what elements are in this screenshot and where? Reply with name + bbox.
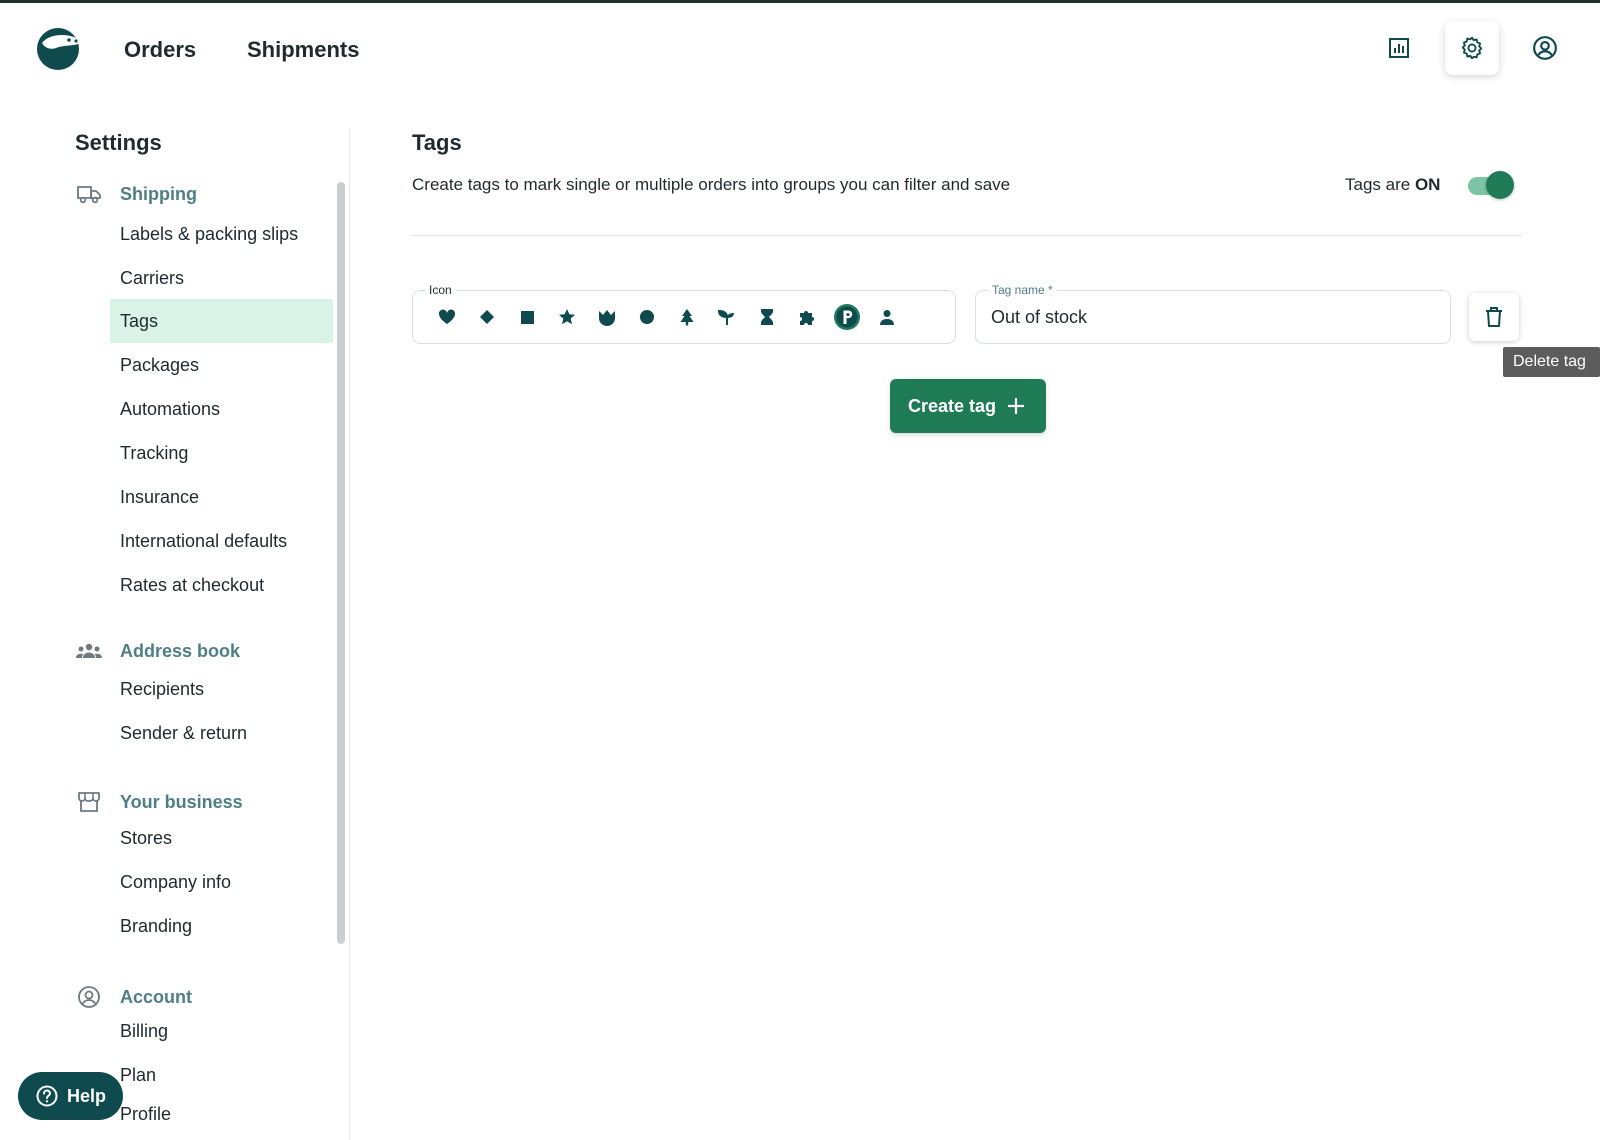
people-group-icon	[75, 637, 103, 665]
create-tag-button[interactable]: Create tag	[890, 379, 1046, 433]
sidebar-scrollbar-thumb[interactable]	[337, 182, 345, 944]
star-icon[interactable]	[547, 302, 587, 332]
section-label-your-business: Your business	[120, 791, 243, 812]
person-icon[interactable]	[867, 302, 907, 332]
sidebar-divider	[349, 128, 350, 1140]
sidebar-item-branding[interactable]: Branding	[110, 904, 333, 948]
reports-button[interactable]	[1372, 21, 1426, 75]
icon-options	[427, 302, 907, 332]
account-circle-icon	[1533, 36, 1557, 60]
page-description: Create tags to mark single or multiple o…	[412, 175, 1011, 194]
toggle-label-state: ON	[1414, 175, 1441, 194]
settings-button[interactable]	[1445, 21, 1499, 75]
sidebar-item-international-defaults[interactable]: International defaults	[110, 519, 333, 563]
delete-tag-tooltip: Delete tag	[1503, 347, 1600, 377]
help-button[interactable]: Help	[18, 1072, 123, 1120]
storefront-icon	[75, 788, 103, 816]
create-tag-label: Create tag	[908, 395, 997, 416]
sidebar-item-stores[interactable]: Stores	[110, 816, 333, 860]
sidebar-item-profile[interactable]: Profile	[110, 1092, 333, 1136]
tags-enabled-toggle[interactable]	[1466, 170, 1516, 200]
section-your-business[interactable]: Your business	[75, 787, 243, 817]
tags-toggle-label: Tags are ON	[1345, 175, 1440, 195]
help-label: Help	[67, 1086, 107, 1106]
help-question-icon	[36, 1085, 58, 1107]
tree-icon[interactable]	[667, 302, 707, 332]
account-circle-icon	[75, 983, 103, 1011]
toggle-label-prefix: Tags are	[1345, 175, 1411, 194]
sidebar-item-rates-at-checkout[interactable]: Rates at checkout	[110, 563, 333, 607]
sidebar-item-insurance[interactable]: Insurance	[110, 475, 333, 519]
nav-shipments-link[interactable]: Shipments	[247, 37, 359, 63]
square-icon[interactable]	[507, 302, 547, 332]
sidebar-title: Settings	[75, 130, 162, 155]
sidebar-item-labels-packing-slips[interactable]: Labels & packing slips	[110, 212, 333, 256]
top-header: Orders Shipments	[0, 3, 1600, 95]
delete-tag-button[interactable]	[1469, 293, 1519, 341]
heart-icon[interactable]	[427, 302, 467, 332]
page-title: Tags	[412, 130, 462, 155]
sprout-icon[interactable]	[707, 302, 747, 332]
sidebar-item-packages[interactable]: Packages	[110, 343, 333, 387]
truck-icon	[75, 180, 103, 208]
section-label-account: Account	[120, 986, 192, 1007]
circle-icon[interactable]	[627, 302, 667, 332]
hourglass-icon[interactable]	[747, 302, 787, 332]
sidebar-item-carriers[interactable]: Carriers	[110, 256, 333, 300]
settings-sidebar: Settings Shipping Labels & packing slips…	[0, 120, 350, 1140]
trash-icon	[1486, 307, 1502, 327]
nav-orders-link[interactable]: Orders	[124, 37, 196, 63]
plus-icon	[1008, 398, 1024, 414]
section-shipping[interactable]: Shipping	[75, 179, 197, 209]
p-badge-icon[interactable]	[827, 302, 867, 332]
diamond-icon[interactable]	[467, 302, 507, 332]
sidebar-item-company-info[interactable]: Company info	[110, 860, 333, 904]
section-account[interactable]: Account	[75, 982, 192, 1012]
sidebar-item-tags[interactable]: Tags	[110, 299, 333, 343]
sidebar-item-automations[interactable]: Automations	[110, 387, 333, 431]
crown-icon[interactable]	[587, 302, 627, 332]
tag-icon-picker: Icon	[412, 282, 956, 344]
sidebar-item-tracking[interactable]: Tracking	[110, 431, 333, 475]
sidebar-item-recipients[interactable]: Recipients	[110, 667, 333, 711]
account-button[interactable]	[1518, 21, 1572, 75]
toggle-knob	[1486, 171, 1514, 199]
icon-picker-legend: Icon	[425, 282, 456, 298]
reports-icon	[1389, 38, 1409, 58]
sidebar-item-billing[interactable]: Billing	[110, 1009, 333, 1053]
section-divider	[412, 235, 1522, 236]
tag-name-field: Tag name *	[975, 282, 1451, 344]
section-address-book[interactable]: Address book	[75, 636, 240, 666]
sidebar-item-plan[interactable]: Plan	[110, 1053, 333, 1097]
section-label-shipping: Shipping	[120, 183, 197, 204]
puzzle-icon[interactable]	[787, 302, 827, 332]
brand-logo-icon[interactable]	[36, 27, 82, 71]
sidebar-item-sender-return[interactable]: Sender & return	[110, 711, 333, 755]
settings-gear-icon	[1461, 36, 1483, 60]
tag-name-input[interactable]	[977, 292, 1449, 342]
section-label-address-book: Address book	[120, 640, 241, 661]
